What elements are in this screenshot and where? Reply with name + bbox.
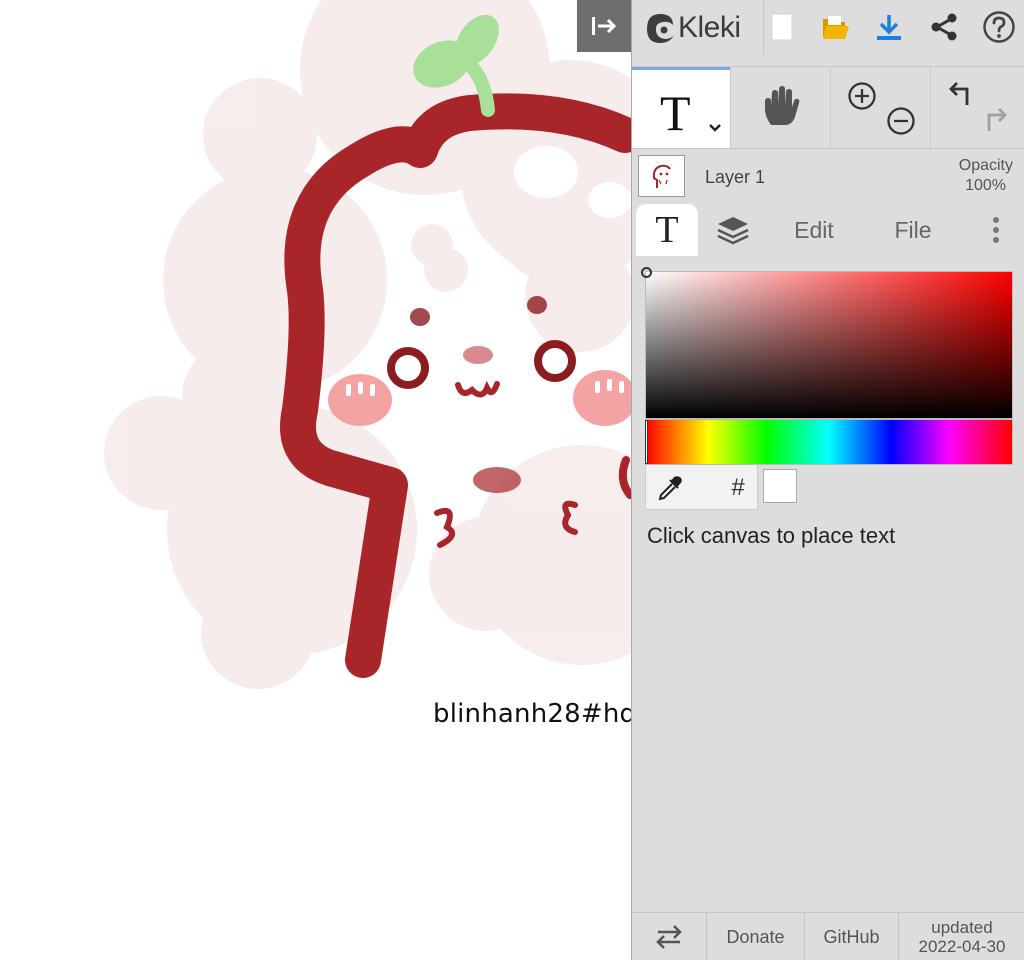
hand-icon: [765, 86, 800, 125]
help-icon: [983, 11, 1015, 43]
text-tool-button[interactable]: T: [632, 67, 730, 149]
collapse-panel-button[interactable]: [577, 0, 631, 52]
logo[interactable]: Kleki: [632, 0, 762, 55]
kleki-logo-icon: [647, 13, 674, 43]
current-color-swatch[interactable]: [763, 469, 797, 503]
canvas-caption-text: blinhanh28#hq: [433, 699, 631, 729]
open-folder-icon: [823, 16, 849, 39]
updated-date: 2022-04-30: [918, 937, 1006, 956]
layer-name[interactable]: Layer 1: [705, 167, 765, 188]
swap-icon: [656, 925, 682, 949]
layer-row: Layer 1 Opacity 100%: [632, 148, 1024, 204]
swap-side-button[interactable]: [632, 913, 706, 960]
layer-thumbnail[interactable]: [638, 155, 685, 197]
save-image-button[interactable]: [869, 6, 909, 48]
tab-edit[interactable]: Edit: [772, 204, 856, 256]
share-icon: [931, 13, 957, 41]
help-button[interactable]: [979, 6, 1019, 48]
text-tool-tab-glyph: T: [655, 209, 679, 251]
changelog-link[interactable]: updated 2022-04-30: [898, 913, 1024, 960]
text-tool-hint: Click canvas to place text: [647, 523, 896, 548]
history-buttons: [930, 67, 1024, 149]
donate-link[interactable]: Donate: [706, 913, 804, 960]
new-file-icon: [771, 13, 793, 41]
zoom-in-icon[interactable]: [846, 80, 878, 112]
tab-layers[interactable]: [702, 204, 764, 256]
more-vertical-icon: [993, 217, 999, 243]
hand-tool-button[interactable]: [730, 67, 830, 149]
eyedropper-button[interactable]: [650, 469, 690, 507]
tab-tool-settings[interactable]: T: [636, 204, 698, 256]
opacity-value[interactable]: 100%: [965, 177, 1006, 195]
color-picker-tools: #: [645, 465, 758, 510]
download-icon: [877, 15, 901, 40]
eyedropper-icon: [658, 476, 682, 501]
chevron-down-icon[interactable]: [707, 122, 723, 134]
collapse-panel-icon: [592, 17, 617, 35]
logo-text: Kleki: [678, 10, 741, 44]
zoom-buttons: [830, 67, 930, 149]
canvas-artwork: [104, 0, 631, 689]
drawing-canvas[interactable]: blinhanh28#hq: [0, 0, 631, 960]
share-button[interactable]: [924, 6, 964, 48]
text-tool-glyph: T: [660, 85, 691, 141]
tool-row: T: [632, 66, 1024, 149]
hex-input-button[interactable]: #: [722, 469, 754, 507]
side-panel: Kleki T Layer 1 Opacity 100% T Edit File…: [631, 0, 1024, 960]
new-image-button[interactable]: [762, 6, 802, 48]
color-picker-handle[interactable]: [641, 267, 652, 278]
redo-icon[interactable]: [981, 105, 1011, 135]
layer-preview-image: [652, 164, 671, 188]
opacity-label: Opacity: [958, 157, 1013, 174]
hue-slider-handle[interactable]: [645, 420, 648, 464]
footer-bar: Donate GitHub updated 2022-04-30: [632, 912, 1024, 960]
tab-more[interactable]: [977, 204, 1015, 256]
github-link[interactable]: GitHub: [804, 913, 898, 960]
zoom-out-icon[interactable]: [885, 105, 917, 137]
tool-settings-panel: # Click canvas to place text: [632, 256, 1024, 912]
hue-slider[interactable]: [645, 419, 1013, 465]
top-toolbar: Kleki: [632, 0, 1024, 55]
undo-icon[interactable]: [945, 79, 975, 109]
open-image-button[interactable]: [816, 6, 856, 48]
panel-tabs: T Edit File: [632, 204, 1024, 256]
saturation-value-picker[interactable]: [641, 267, 1013, 419]
updated-label: updated: [931, 918, 993, 937]
tab-file[interactable]: File: [870, 204, 956, 256]
layers-icon: [717, 217, 749, 245]
